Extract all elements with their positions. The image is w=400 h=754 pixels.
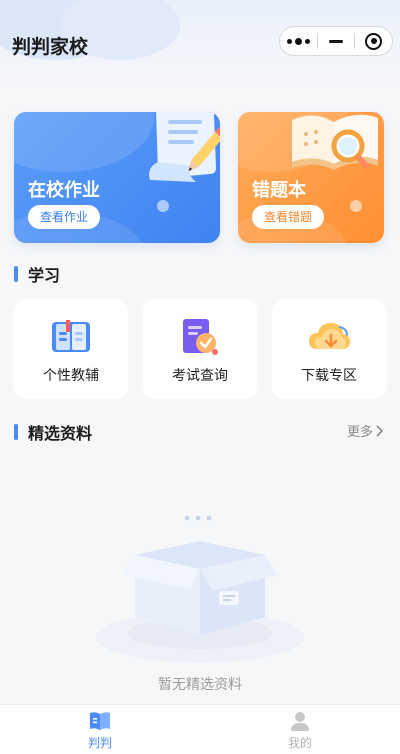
tile-label: 考试查询 bbox=[172, 368, 228, 384]
chevron-right-icon bbox=[376, 425, 384, 436]
user-icon bbox=[291, 712, 309, 731]
study-title-text: 学习 bbox=[28, 266, 61, 285]
minimize-icon bbox=[329, 39, 343, 43]
more-menu-button[interactable] bbox=[280, 27, 317, 55]
top-header: 判判家校 bbox=[0, 0, 400, 90]
tile-download-zone[interactable]: 下载专区 bbox=[272, 299, 386, 399]
tile-personal-tutoring[interactable]: 个性教辅 bbox=[14, 299, 128, 399]
tab-mine[interactable]: 我的 bbox=[200, 705, 400, 754]
study-tiles: 个性教辅 考试查询 下载专区 bbox=[14, 299, 386, 399]
more-link[interactable]: 更多 bbox=[347, 421, 384, 440]
mistakes-card-title: 错题本 bbox=[252, 180, 306, 201]
more-dots-icon bbox=[286, 37, 310, 45]
mini-program-capsule bbox=[279, 26, 393, 56]
tab-label: 我的 bbox=[287, 736, 312, 750]
minimize-button[interactable] bbox=[318, 27, 355, 55]
open-book-magnifier-icon bbox=[292, 114, 378, 170]
tile-label: 个性教辅 bbox=[43, 368, 99, 384]
tile-exam-query[interactable]: 考试查询 bbox=[143, 299, 257, 399]
tab-label: 判判 bbox=[87, 736, 112, 750]
close-mini-program-button[interactable] bbox=[355, 27, 392, 55]
open-book-tab-icon bbox=[90, 712, 110, 730]
app-title: 判判家校 bbox=[12, 36, 89, 58]
featured-section-title: 精选资料 bbox=[14, 420, 92, 444]
more-label: 更多 bbox=[346, 425, 373, 440]
featured-title-text: 精选资料 bbox=[28, 424, 93, 443]
bottom-tab-bar: 判判 我的 bbox=[0, 704, 400, 754]
close-target-icon bbox=[365, 32, 383, 50]
study-section-title: 学习 bbox=[14, 262, 60, 286]
view-homework-button[interactable]: 查看作业 bbox=[28, 205, 101, 229]
card-wave-decoration bbox=[14, 112, 154, 172]
mistakes-card[interactable]: 错题本 查看错题 bbox=[238, 112, 384, 243]
empty-box-illustration bbox=[96, 515, 304, 663]
section-accent-bar bbox=[14, 266, 18, 282]
exam-query-icon bbox=[178, 317, 222, 357]
cloud-download-icon bbox=[307, 317, 351, 357]
tile-label: 下载专区 bbox=[301, 368, 357, 384]
section-accent-bar bbox=[14, 424, 18, 440]
homework-card[interactable]: 在校作业 查看作业 bbox=[14, 112, 220, 243]
empty-state-text: 暂无精选资料 bbox=[158, 677, 242, 693]
book-icon bbox=[49, 317, 93, 357]
card-bubble-decoration bbox=[350, 200, 362, 212]
tab-home[interactable]: 判判 bbox=[0, 705, 200, 754]
homework-card-title: 在校作业 bbox=[28, 180, 100, 201]
homework-paper-icon bbox=[149, 112, 220, 182]
view-mistakes-button[interactable]: 查看错题 bbox=[252, 205, 325, 229]
card-bubble-decoration bbox=[157, 200, 169, 212]
